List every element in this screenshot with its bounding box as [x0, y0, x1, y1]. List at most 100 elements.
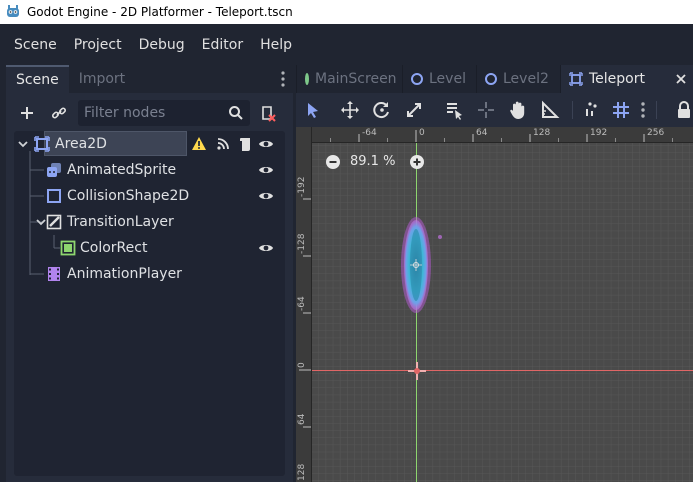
- scene-dock: Scene Import Filter nodes Area2D Animate…: [6, 65, 293, 482]
- collision-shape-icon: [47, 189, 61, 203]
- toolbar-separator: [656, 101, 657, 119]
- ruler-label: 256: [647, 128, 665, 138]
- filter-nodes-input[interactable]: Filter nodes: [78, 100, 250, 126]
- zoom-level[interactable]: 89.1 %: [350, 154, 395, 169]
- tree-label-animationplayer: AnimationPlayer: [67, 266, 182, 282]
- link-icon: [51, 107, 67, 119]
- canvas-grid: [296, 127, 693, 482]
- ruler-label: -64: [362, 128, 377, 138]
- visibility-eye-icon[interactable]: [258, 136, 274, 152]
- ruler-label: 192: [590, 128, 608, 138]
- tree-row-colorrect[interactable]: ColorRect: [14, 235, 285, 261]
- menu-help[interactable]: Help: [260, 37, 292, 53]
- tree-label-collisionshape2d: CollisionShape2D: [67, 188, 190, 204]
- tab-mainscreen-label: MainScreen: [315, 71, 397, 87]
- color-rect-icon: [60, 240, 76, 256]
- menu-project[interactable]: Project: [74, 37, 122, 53]
- scene-toolbar: Filter nodes: [6, 98, 293, 128]
- warning-icon[interactable]: [191, 136, 207, 152]
- scene-tree: Area2D AnimatedSprite CollisionShape2D T…: [14, 131, 285, 476]
- close-icon[interactable]: [675, 73, 687, 85]
- script-add-icon: [262, 106, 276, 122]
- smart-snap-icon[interactable]: [582, 100, 602, 120]
- move-mode-icon[interactable]: [340, 100, 360, 120]
- tree-row-collisionshape2d[interactable]: CollisionShape2D: [14, 183, 285, 209]
- rotate-mode-icon[interactable]: [372, 100, 392, 120]
- tree-label-transitionlayer: TransitionLayer: [67, 214, 174, 230]
- ruler-label: -64: [297, 296, 307, 311]
- tree-label-animatedsprite: AnimatedSprite: [67, 162, 177, 178]
- instance-scene-button[interactable]: [48, 102, 70, 124]
- attach-script-button[interactable]: [257, 102, 279, 124]
- tab-import[interactable]: Import: [69, 65, 135, 93]
- script-icon[interactable]: [238, 136, 254, 152]
- tab-scene[interactable]: Scene: [6, 65, 69, 93]
- scene-tabs: MainScreen Level Level2 Teleport: [296, 65, 693, 93]
- ruler-corner: [296, 127, 311, 142]
- pivot-icon[interactable]: [476, 100, 496, 120]
- visibility-eye-icon[interactable]: [258, 162, 274, 178]
- canvas-viewport[interactable]: -64 0 64 128 192 256 -192 -128 -64 0 64 …: [296, 127, 693, 482]
- dock-tabs: Scene Import: [6, 65, 293, 93]
- visibility-eye-icon[interactable]: [258, 188, 274, 204]
- ruler-label: 128: [533, 128, 551, 138]
- menu-editor[interactable]: Editor: [202, 37, 243, 53]
- tree-label-colorrect: ColorRect: [80, 240, 148, 256]
- tab-teleport-label: Teleport: [589, 71, 645, 87]
- menu-scene[interactable]: Scene: [14, 37, 57, 53]
- tab-level-label: Level: [429, 71, 466, 87]
- tree-label-area2d: Area2D: [55, 136, 107, 152]
- ruler-label: 128: [297, 463, 307, 481]
- animated-sprite-icon: [47, 163, 61, 177]
- teleport-portal-sprite[interactable]: [396, 207, 446, 327]
- ruler-icon[interactable]: [540, 100, 560, 120]
- grid-snap-icon[interactable]: [611, 100, 631, 120]
- ruler-label: 0: [297, 362, 307, 368]
- animation-player-icon: [48, 267, 60, 281]
- canvas-layer-icon: [46, 214, 62, 230]
- list-select-icon[interactable]: [444, 100, 464, 120]
- zoom-in-button[interactable]: [410, 154, 425, 169]
- dock-menu-icon[interactable]: [281, 71, 285, 87]
- toolbar-separator: [572, 101, 573, 119]
- ruler-vertical: -192 -128 -64 0 64 128: [296, 127, 312, 482]
- plus-icon: [21, 107, 33, 119]
- signals-icon[interactable]: [215, 136, 231, 152]
- filter-nodes-placeholder: Filter nodes: [84, 105, 166, 121]
- search-icon: [229, 106, 243, 120]
- tree-row-animatedsprite[interactable]: AnimatedSprite: [14, 157, 285, 183]
- origin-pivot-icon: [408, 362, 426, 380]
- zoom-out-button[interactable]: [326, 154, 340, 169]
- pan-hand-icon[interactable]: [508, 100, 528, 120]
- ruler-horizontal-ticks: [330, 130, 673, 142]
- tree-row-transitionlayer[interactable]: TransitionLayer: [14, 209, 285, 235]
- select-mode-icon[interactable]: [302, 100, 322, 120]
- tab-level2-label: Level2: [503, 71, 549, 87]
- menu-debug[interactable]: Debug: [139, 37, 185, 53]
- chevron-down-icon[interactable]: [17, 138, 33, 154]
- scale-mode-icon[interactable]: [404, 100, 424, 120]
- canvas-toolbar: [296, 93, 693, 127]
- snap-options-icon[interactable]: [639, 100, 647, 120]
- tree-row-area2d[interactable]: Area2D: [14, 131, 285, 157]
- ruler-label: 0: [419, 128, 425, 138]
- tree-row-animationplayer[interactable]: AnimationPlayer: [14, 261, 285, 287]
- ruler-label: -128: [297, 233, 307, 254]
- visibility-eye-icon[interactable]: [258, 240, 274, 256]
- ruler-label: 64: [297, 413, 307, 425]
- add-node-button[interactable]: [16, 102, 38, 124]
- minus-icon: [329, 160, 337, 163]
- tab-mainscreen[interactable]: MainScreen: [296, 65, 402, 93]
- zoom-control: 89.1 %: [326, 154, 425, 169]
- window-title: Godot Engine - 2D Platformer - Teleport.…: [27, 5, 293, 19]
- area2d-icon: [569, 72, 583, 86]
- menu-bar: Scene Project Debug Editor Help: [0, 24, 693, 65]
- tab-teleport[interactable]: Teleport: [560, 65, 693, 93]
- tab-level2[interactable]: Level2: [476, 65, 560, 93]
- ruler-label: 64: [476, 128, 488, 138]
- window-titlebar: Godot Engine - 2D Platformer - Teleport.…: [0, 0, 693, 24]
- tab-level[interactable]: Level: [402, 65, 476, 93]
- ruler-label: -192: [297, 176, 307, 197]
- lock-icon[interactable]: [674, 100, 693, 120]
- ruler-horizontal: -64 0 64 128 192 256: [296, 127, 693, 143]
